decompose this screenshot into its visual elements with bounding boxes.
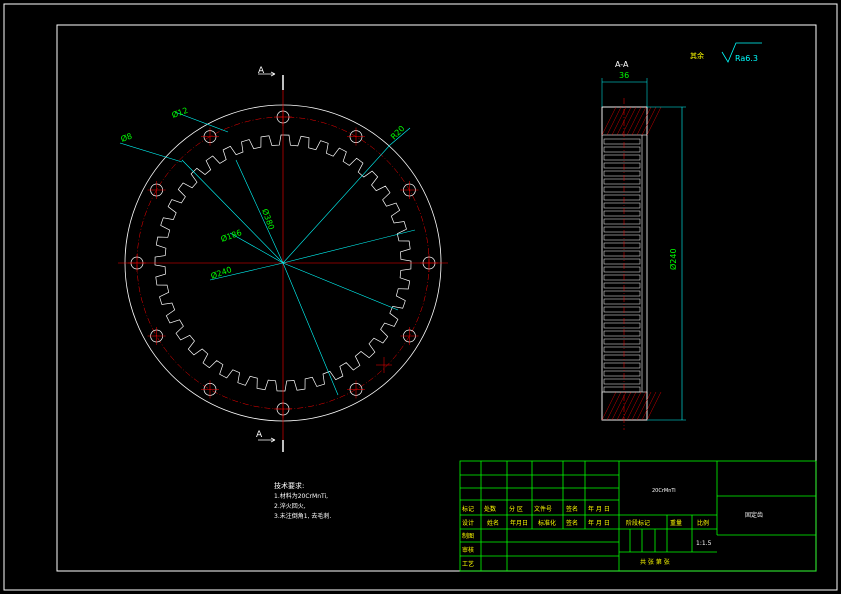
section-view-label: A-A — [615, 60, 629, 69]
dimension-leader — [235, 159, 284, 264]
dimension-leader — [282, 262, 399, 311]
dim-inner-dia: Ø186 — [219, 227, 243, 244]
tb-header-4: 签名 — [566, 505, 578, 513]
tb-row-2: 工艺 — [462, 560, 474, 568]
section-tooth — [603, 258, 641, 265]
section-tooth — [603, 162, 641, 169]
roughness-prefix: 其余 — [690, 51, 704, 60]
tb-sheets: 共 张 第 张 — [640, 558, 670, 566]
tb-stage-0: 阶段标记 — [626, 519, 650, 527]
section-tooth — [603, 378, 641, 385]
dim-hole-dia: Ø12 — [170, 105, 189, 120]
tb-material: 20CrMnTi — [652, 488, 676, 494]
section-tooth — [603, 306, 641, 313]
section-bottom-flange — [601, 391, 648, 421]
notes-title: 技术要求: — [274, 481, 304, 490]
section-tooth — [603, 194, 641, 201]
section-tooth — [603, 322, 641, 329]
section-tooth — [603, 218, 641, 225]
tb-row-1: 审核 — [462, 546, 474, 554]
notes-line-2: 2.淬火回火, — [274, 502, 306, 510]
section-tooth — [603, 314, 641, 321]
section-tooth — [603, 226, 641, 233]
dim-outer-dia: Ø240 — [209, 264, 233, 281]
section-tooth — [603, 354, 641, 361]
section-tooth — [603, 170, 641, 177]
roughness-value: Ra6.3 — [735, 54, 758, 63]
section-tooth — [603, 338, 641, 345]
section-bottom-label: A — [256, 430, 263, 440]
tb-stage-1: 重量 — [670, 519, 682, 527]
section-top-label: A — [258, 66, 265, 76]
dim-radius: R20 — [389, 124, 407, 142]
section-tooth — [603, 330, 641, 337]
section-tooth — [603, 370, 641, 377]
tb-row-0: 制图 — [462, 532, 474, 540]
tb-design-3: 标准化 — [538, 519, 556, 527]
section-tooth — [603, 138, 641, 145]
notes-line-1: 1.材料为20CrMnTi, — [274, 492, 328, 500]
tb-design-5: 年 月 日 — [588, 519, 610, 527]
notes-line-3: 3.未注倒角1, 去毛刺. — [274, 512, 331, 520]
tb-header-1: 处数 — [484, 505, 496, 513]
section-tooth — [603, 146, 641, 153]
dimension-leader — [282, 144, 391, 264]
section-tooth — [603, 290, 641, 297]
tb-design-2: 年月日 — [510, 519, 528, 527]
tb-header-3: 文件号 — [534, 505, 552, 513]
tb-design-4: 签名 — [566, 519, 578, 527]
section-tooth — [603, 234, 641, 241]
dimension-leader — [282, 262, 339, 396]
tb-scale: 1:1.5 — [696, 540, 712, 547]
tb-header-0: 标记 — [462, 505, 474, 513]
section-tooth — [603, 346, 641, 353]
tb-header-5: 年 月 日 — [588, 505, 610, 513]
section-top-flange — [601, 106, 648, 136]
section-tooth — [603, 154, 641, 161]
section-tooth — [603, 362, 641, 369]
dim-pitch-circle: Ø380 — [260, 207, 277, 231]
dim-width: 36 — [619, 71, 629, 80]
section-tooth — [603, 242, 641, 249]
dim-edge: Ø8 — [119, 131, 133, 144]
section-tooth — [603, 250, 641, 257]
section-tooth — [603, 274, 641, 281]
section-tooth — [603, 298, 641, 305]
section-tooth — [603, 266, 641, 273]
dimension-leader — [119, 142, 183, 163]
dim-height: Ø240 — [668, 248, 678, 270]
section-tooth — [603, 178, 641, 185]
inner-frame — [56, 24, 817, 572]
dimension-leader — [282, 229, 416, 264]
drawing-canvas: A A A-A 其余 Ra6.3 Ø12 Ø8 R20 Ø380 Ø186 Ø2… — [3, 3, 838, 591]
tb-part-name: 固定齿 — [745, 511, 763, 519]
section-tooth — [603, 282, 641, 289]
section-tooth — [603, 186, 641, 193]
tb-header-2: 分 区 — [509, 505, 523, 513]
section-tooth — [603, 202, 641, 209]
tb-design-1: 姓名 — [487, 519, 499, 527]
tb-design-0: 设计 — [462, 519, 474, 527]
section-tooth — [603, 386, 641, 393]
section-tooth — [603, 210, 641, 217]
tb-stage-2: 比例 — [697, 519, 709, 527]
